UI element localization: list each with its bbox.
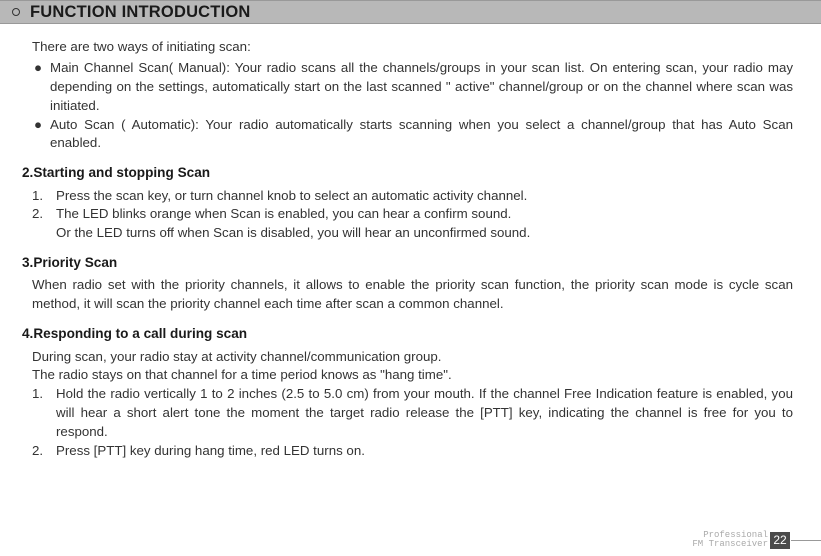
intro-text: There are two ways of initiating scan: bbox=[32, 38, 793, 57]
list-item: ● Main Channel Scan( Manual): Your radio… bbox=[32, 59, 793, 116]
item-number: 2. bbox=[32, 442, 56, 461]
paragraph: When radio set with the priority channel… bbox=[32, 276, 793, 314]
header-title: FUNCTION INTRODUCTION bbox=[30, 3, 251, 22]
numbered-list: 1. Press the scan key, or turn channel k… bbox=[32, 187, 793, 244]
list-item-continuation: Or the LED turns off when Scan is disabl… bbox=[32, 224, 793, 243]
bullet-icon: ● bbox=[32, 59, 50, 116]
list-item: 2. Press [PTT] key during hang time, red… bbox=[32, 442, 793, 461]
bullet-text: Main Channel Scan( Manual): Your radio s… bbox=[50, 59, 793, 116]
item-text: Press [PTT] key during hang time, red LE… bbox=[56, 442, 793, 461]
page-footer: Professional FM Transceiver 22 bbox=[692, 530, 821, 550]
list-item: 1. Press the scan key, or turn channel k… bbox=[32, 187, 793, 206]
item-text: Press the scan key, or turn channel knob… bbox=[56, 187, 793, 206]
item-text: The LED blinks orange when Scan is enabl… bbox=[56, 205, 793, 224]
section-heading: 2.Starting and stopping Scan bbox=[22, 163, 793, 182]
item-text: Hold the radio vertically 1 to 2 inches … bbox=[56, 385, 793, 442]
page-number: 22 bbox=[770, 532, 790, 549]
footer-label: Professional FM Transceiver bbox=[692, 531, 768, 550]
list-item: 1. Hold the radio vertically 1 to 2 inch… bbox=[32, 385, 793, 442]
content-area: There are two ways of initiating scan: ●… bbox=[0, 24, 821, 461]
paragraph: During scan, your radio stay at activity… bbox=[32, 348, 793, 367]
list-item: ● Auto Scan ( Automatic): Your radio aut… bbox=[32, 116, 793, 154]
list-item: 2. The LED blinks orange when Scan is en… bbox=[32, 205, 793, 224]
header-bullet-icon bbox=[12, 8, 20, 16]
section-heading: 3.Priority Scan bbox=[22, 253, 793, 272]
bullet-icon: ● bbox=[32, 116, 50, 154]
footer-divider bbox=[791, 540, 821, 541]
footer-line2: FM Transceiver bbox=[692, 540, 768, 549]
bullet-text: Auto Scan ( Automatic): Your radio autom… bbox=[50, 116, 793, 154]
item-number: 1. bbox=[32, 385, 56, 442]
paragraph: The radio stays on that channel for a ti… bbox=[32, 366, 793, 385]
item-number: 2. bbox=[32, 205, 56, 224]
section-heading: 4.Responding to a call during scan bbox=[22, 324, 793, 343]
section-header: FUNCTION INTRODUCTION bbox=[0, 0, 821, 24]
bullet-list: ● Main Channel Scan( Manual): Your radio… bbox=[32, 59, 793, 153]
item-number: 1. bbox=[32, 187, 56, 206]
numbered-list: 1. Hold the radio vertically 1 to 2 inch… bbox=[32, 385, 793, 461]
item-text: Or the LED turns off when Scan is disabl… bbox=[56, 224, 793, 243]
